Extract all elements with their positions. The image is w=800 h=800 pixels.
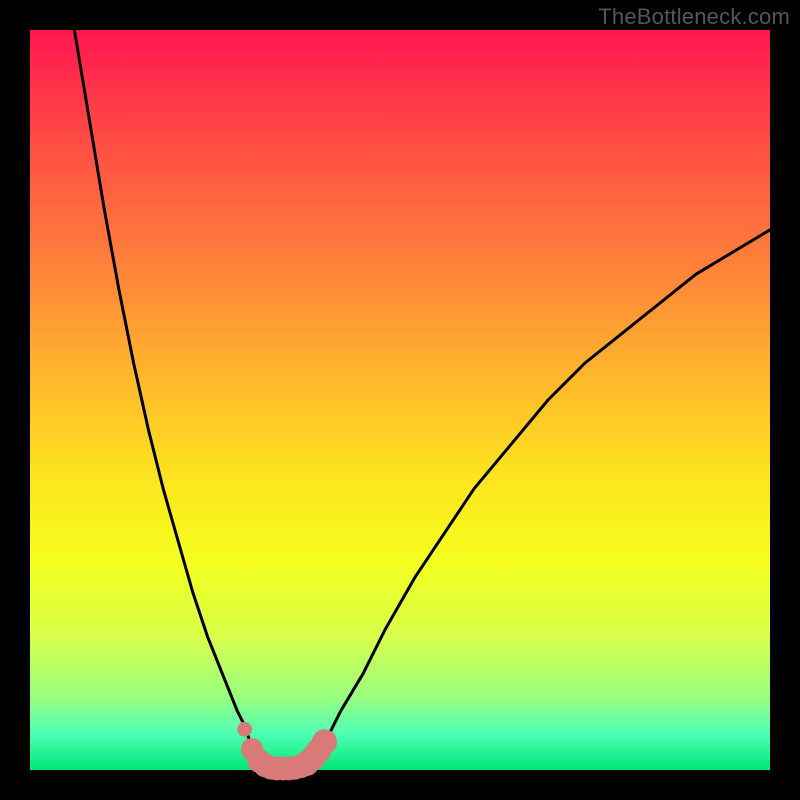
curve-paths (74, 30, 770, 769)
marker-dot-13 (312, 729, 337, 754)
curve-left-curve (74, 30, 259, 763)
watermark-text: TheBottleneck.com (598, 4, 790, 30)
curve-right-curve (311, 230, 770, 763)
curve-svg (30, 30, 770, 770)
marker-dot-0 (237, 722, 252, 737)
chart-stage: TheBottleneck.com (0, 0, 800, 800)
plot-area (30, 30, 770, 770)
marker-dots (237, 722, 337, 780)
